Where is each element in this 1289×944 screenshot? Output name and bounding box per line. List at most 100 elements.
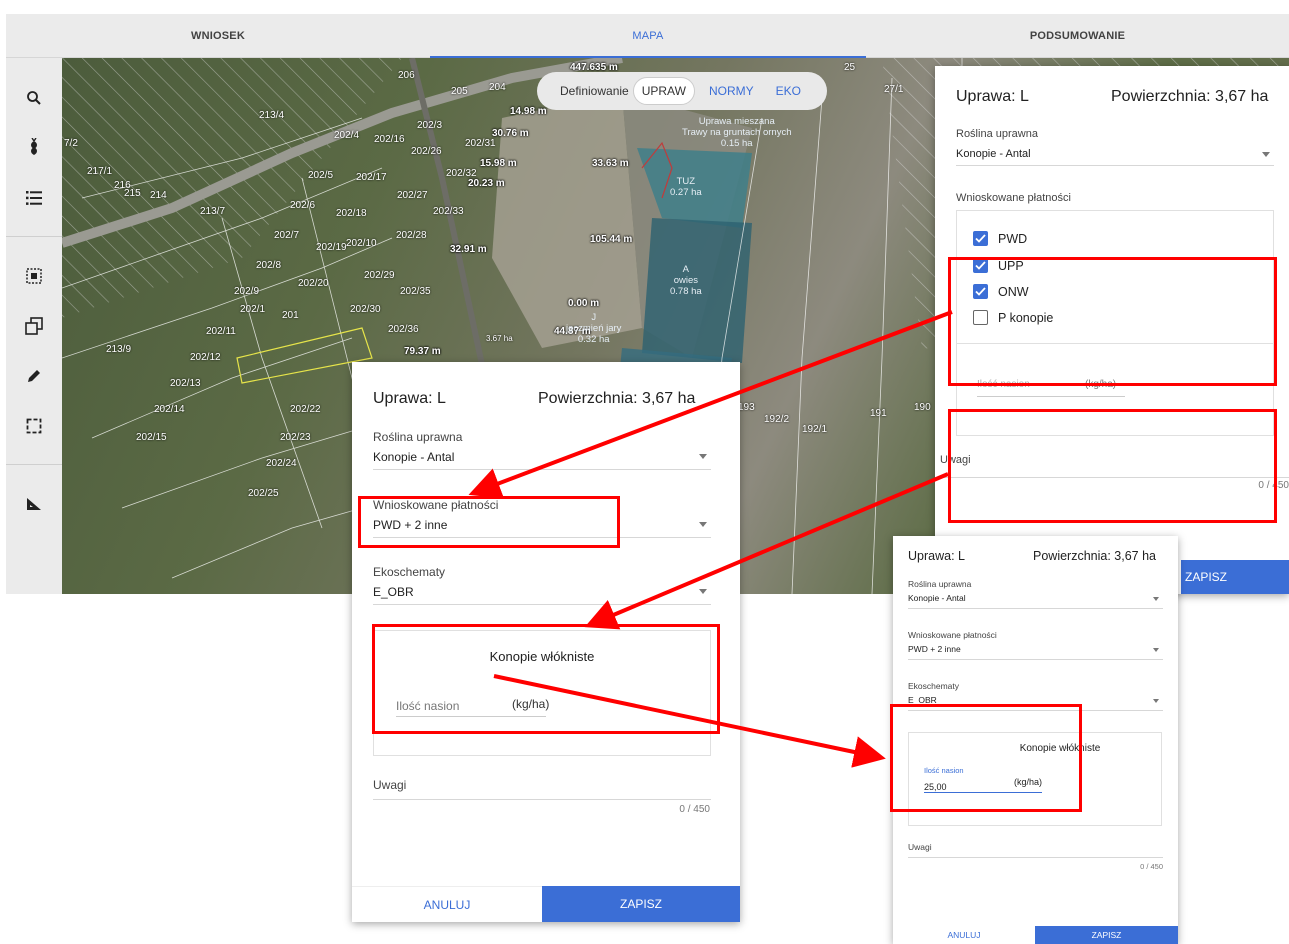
- crop-label-line: 0.27 ha: [670, 187, 702, 198]
- measure-button[interactable]: [6, 484, 62, 524]
- chevron-down-icon: [1153, 597, 1159, 601]
- map-toolbar: [6, 58, 62, 594]
- parcel-label: 191: [870, 408, 887, 419]
- notes-field[interactable]: Uwagi: [908, 842, 1163, 858]
- parcel-label: 202/36: [388, 324, 419, 335]
- measurement-label: 14.98 m: [510, 106, 547, 117]
- highlight-box: [358, 496, 620, 548]
- measurement-label: 33.63 m: [592, 158, 629, 169]
- tab-podsumowanie[interactable]: PODSUMOWANIE: [866, 14, 1289, 58]
- parcel-label: 202/16: [374, 134, 405, 145]
- parcel-label: 202/28: [396, 230, 427, 241]
- plant-select-label: Roślina uprawna: [908, 579, 972, 589]
- save-button[interactable]: ZAPISZ: [542, 886, 740, 922]
- parcel-label: 202/22: [290, 404, 321, 415]
- frame-select-button[interactable]: [6, 406, 62, 446]
- edit-button[interactable]: [6, 356, 62, 396]
- parcel-label: 190: [914, 402, 931, 413]
- crop-label-line: jęczmień jary: [566, 323, 622, 334]
- measurement-label: 79.37 m: [404, 346, 441, 357]
- notes-field[interactable]: Uwagi: [373, 778, 711, 800]
- save-button[interactable]: ZAPISZ: [1035, 926, 1178, 944]
- parcel-label: 192/1: [802, 424, 828, 435]
- crop-title: Uprawa: L: [373, 390, 446, 407]
- payment-option-pwd[interactable]: PWD: [973, 231, 1027, 246]
- cancel-button[interactable]: ANULUJ: [352, 886, 542, 922]
- parcel-label: 202/8: [256, 260, 282, 271]
- measurement-label: 15.98 m: [480, 158, 517, 169]
- crop-label-tuz: TUZ 0.27 ha: [670, 176, 702, 198]
- payments-select-value: PWD + 2 inne: [908, 644, 961, 654]
- definition-mode-switch: Definiowanie UPRAW NORMY EKO: [537, 72, 827, 110]
- parcel-label: 215: [124, 188, 141, 199]
- area-title: Powierzchnia: 3,67 ha: [1111, 88, 1269, 105]
- select-icon: [26, 268, 42, 284]
- save-button[interactable]: ZAPISZ: [1181, 560, 1289, 594]
- parcel-label: 202/24: [266, 458, 297, 469]
- select-button[interactable]: [6, 256, 62, 296]
- mode-option-normy[interactable]: NORMY: [701, 78, 762, 104]
- plant-select[interactable]: Roślina uprawna Konopie - Antal: [373, 430, 711, 470]
- crop-label-line: 0.15 ha: [720, 138, 753, 149]
- parcel-label: 7/2: [64, 138, 78, 149]
- edit-icon: [28, 370, 40, 382]
- crop-label-line: A: [682, 264, 690, 275]
- highlight-box: [372, 624, 720, 734]
- search-button[interactable]: [6, 78, 62, 118]
- crop-plant-button[interactable]: [6, 127, 62, 167]
- plant-select-label: Roślina uprawna: [373, 430, 463, 444]
- parcel-label: 202/12: [190, 352, 221, 363]
- eco-schemes-select[interactable]: Ekoschematy E_OBR: [373, 565, 711, 605]
- eco-schemes-value: E_OBR: [373, 585, 414, 599]
- plant-select[interactable]: Roślina uprawna Konopie - Antal: [956, 128, 1274, 166]
- parcel-label: 25: [844, 62, 856, 73]
- notes-label: Uwagi: [373, 778, 407, 792]
- seeds-underline: [977, 396, 1125, 397]
- crop-label-line: owies: [673, 275, 698, 286]
- parcel-label: 202/30: [350, 304, 381, 315]
- measure-icon: [27, 498, 41, 510]
- mode-option-upraw[interactable]: UPRAW: [632, 77, 695, 105]
- highlight-box: [890, 704, 1082, 812]
- crop-label-line: 0.32 ha: [577, 334, 610, 345]
- tab-mapa[interactable]: MAPA: [430, 14, 866, 58]
- plant-select[interactable]: Roślina uprawna Konopie - Antal: [908, 579, 1163, 609]
- parcel-label: 202/4: [334, 130, 360, 141]
- parcel-label: 202/23: [280, 432, 311, 443]
- list-button[interactable]: [6, 178, 62, 218]
- toolbar-divider: [6, 236, 62, 237]
- parcel-label: 202/7: [274, 230, 300, 241]
- parcel-label: 201: [282, 310, 299, 321]
- area-title: Powierzchnia: 3,67 ha: [1033, 549, 1156, 563]
- parcel-label: 202/26: [411, 146, 442, 157]
- parcel-label: 202/17: [356, 172, 387, 183]
- measurement-label: 0.00 m: [568, 298, 600, 309]
- cancel-button[interactable]: ANULUJ: [893, 926, 1035, 944]
- notes-counter: 0 / 450: [679, 804, 710, 815]
- crop-label-line: J: [591, 312, 597, 323]
- crop-title: Uprawa: L: [956, 88, 1029, 105]
- area-label: 3.67 ha: [486, 334, 513, 343]
- parcel-label: 202/13: [170, 378, 201, 389]
- payments-label: Wnioskowane płatności: [956, 192, 1071, 204]
- plant-select-value: Konopie - Antal: [956, 148, 1031, 160]
- parcel-label: 202/10: [346, 238, 377, 249]
- parcel-label: 202/20: [298, 278, 329, 289]
- mode-option-eko[interactable]: EKO: [768, 78, 809, 104]
- tab-wniosek[interactable]: WNIOSEK: [6, 14, 430, 58]
- parcel-label: 202/5: [308, 170, 334, 181]
- crop-label-oats: A owies 0.78 ha: [670, 264, 702, 297]
- parcel-label: 202/19: [316, 242, 347, 253]
- parcel-label: 204: [489, 82, 506, 93]
- crop-title: Uprawa: L: [908, 549, 965, 563]
- copy-button[interactable]: [6, 306, 62, 346]
- crop-label-barley: J jęczmień jary 0.32 ha: [566, 312, 621, 345]
- mode-prefix-label: Definiowanie: [560, 84, 629, 98]
- payments-select[interactable]: Wnioskowane płatności PWD + 2 inne: [908, 630, 1163, 660]
- top-tab-bar: WNIOSEK MAPA PODSUMOWANIE: [6, 14, 1289, 58]
- plant-select-value: Konopie - Antal: [373, 450, 455, 464]
- chevron-down-icon: [699, 454, 707, 459]
- chevron-down-icon: [1262, 152, 1270, 157]
- parcel-label: 192/2: [764, 414, 790, 425]
- crop-label-mixed: Uprawa mieszana Trawy na gruntach ornych…: [682, 116, 791, 149]
